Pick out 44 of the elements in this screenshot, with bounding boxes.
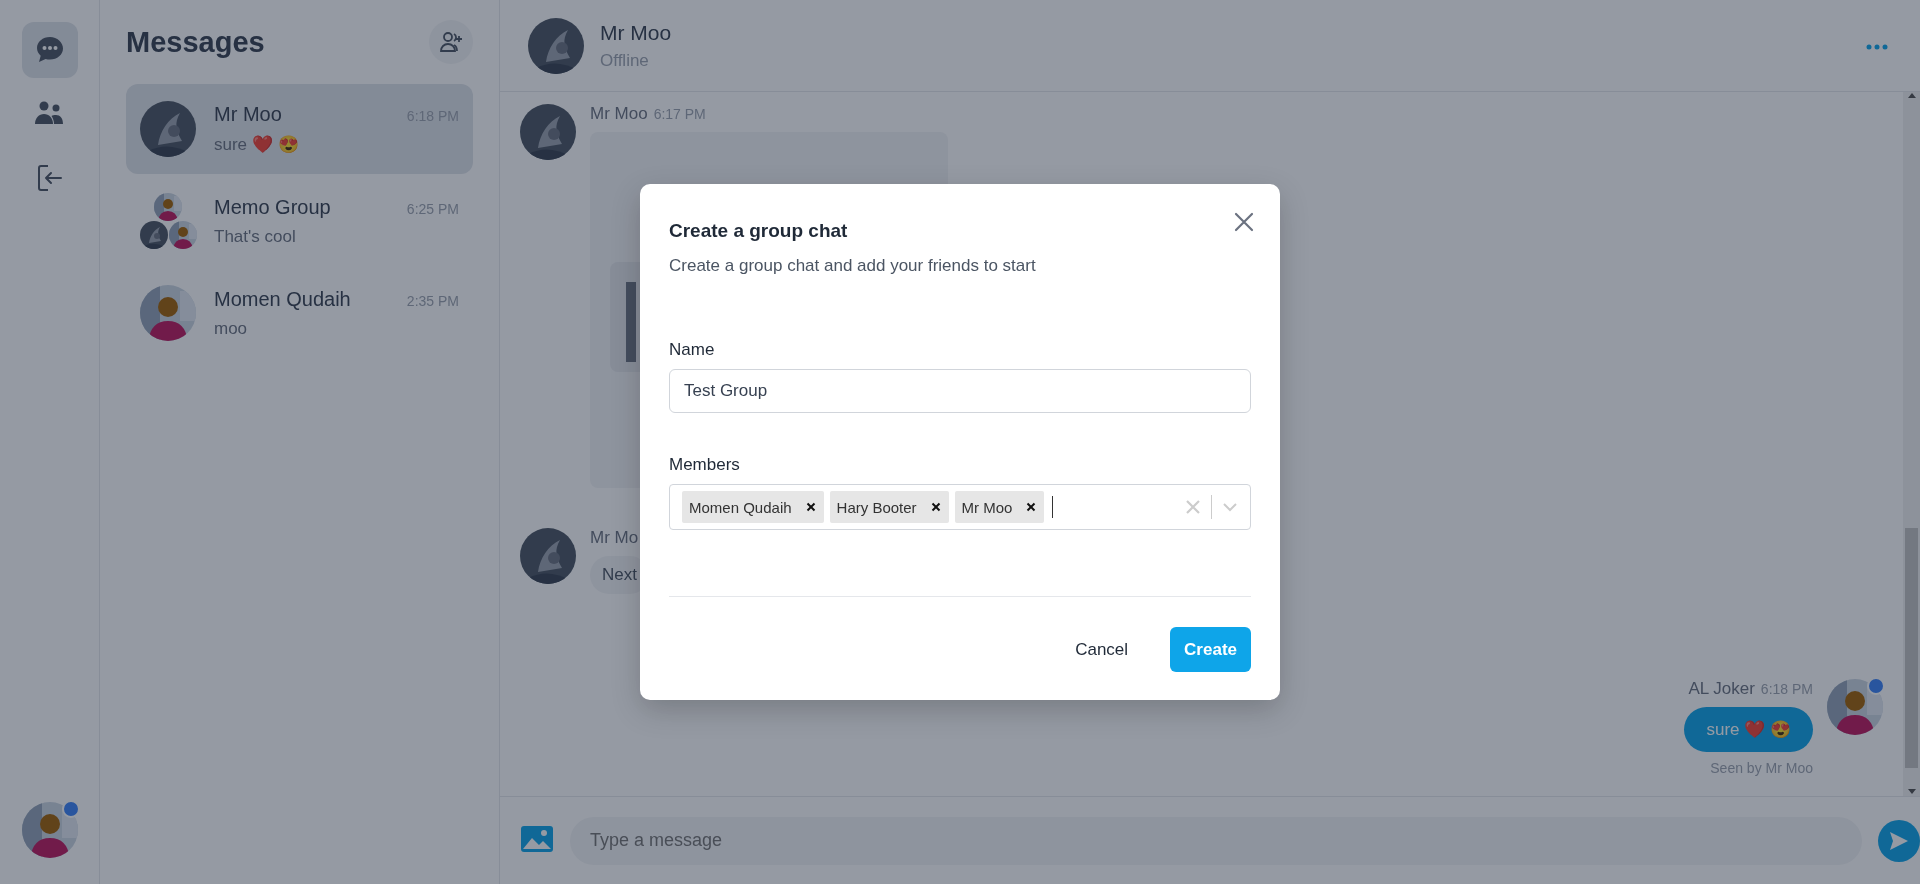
dialog-title: Create a group chat — [669, 220, 848, 242]
members-select[interactable]: Momen Qudaih Hary Booter Mr Moo — [669, 484, 1251, 530]
remove-tag-button[interactable] — [930, 502, 941, 512]
panel-title: Messages — [126, 25, 265, 59]
remove-tag-button[interactable] — [1026, 502, 1037, 512]
message-input[interactable]: Type a message — [570, 816, 1862, 865]
tag-label: Momen Qudaih — [689, 498, 792, 516]
scroll-thumb[interactable] — [1905, 528, 1918, 768]
remove-tag-button[interactable] — [805, 502, 816, 512]
message-preview: That's cool — [214, 226, 297, 247]
field-label: Name — [669, 340, 716, 360]
remove-icon — [805, 502, 816, 512]
message-bubble: sure ❤ 😍 — [1684, 707, 1813, 752]
field-label: Members — [669, 455, 741, 475]
tag-label: Mr Moo — [961, 498, 1013, 516]
text-cursor — [1052, 496, 1054, 518]
chevron-down-icon — [1222, 500, 1238, 514]
tag-label: Hary Booter — [836, 498, 917, 516]
close-icon — [1234, 212, 1254, 232]
scrollbar[interactable] — [1903, 92, 1920, 796]
sender-name: Mr Mo — [590, 528, 639, 548]
create-button[interactable]: Create — [1170, 627, 1251, 672]
send-icon — [1888, 829, 1910, 852]
send-button[interactable] — [1878, 819, 1920, 862]
message-preview: sure ❤ 😍 — [214, 134, 300, 155]
image-icon — [520, 825, 554, 853]
remove-icon — [930, 502, 941, 512]
name-input[interactable]: Test Group — [669, 369, 1251, 413]
scroll-up-icon[interactable] — [1906, 92, 1917, 100]
contact-name: Mr Moo — [600, 20, 673, 45]
clear-icon — [1185, 499, 1201, 515]
add-user-icon — [439, 30, 463, 54]
dialog-subtitle: Create a group chat and add your friends to start — [669, 256, 1037, 276]
nav-button[interactable] — [21, 22, 78, 78]
sender-name: AL Joker — [1688, 679, 1755, 699]
message-preview: moo — [214, 318, 249, 339]
contact-name: Mr Moo — [214, 103, 282, 126]
scroll-down-icon[interactable] — [1906, 788, 1917, 796]
contact-name: Memo Group — [214, 195, 331, 219]
more-icon — [1866, 44, 1888, 50]
sender-name: Mr Moo — [590, 104, 648, 124]
remove-icon — [1026, 502, 1037, 512]
contact-name: Momen Qudaih — [214, 287, 351, 311]
add-group-button[interactable] — [429, 20, 473, 64]
